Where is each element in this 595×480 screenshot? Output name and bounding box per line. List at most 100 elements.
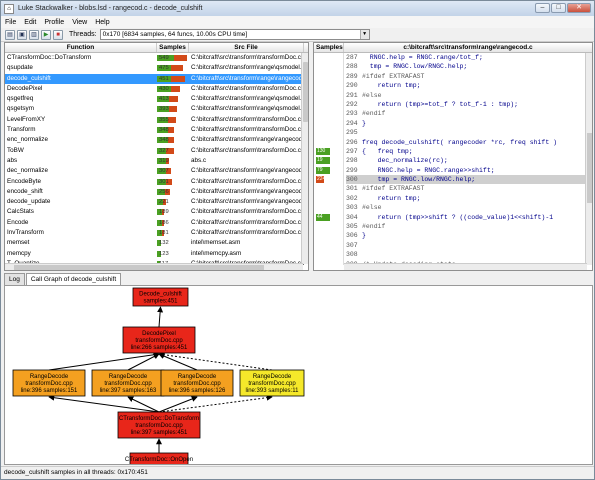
scroll-thumb[interactable] [303, 62, 308, 122]
menu-profile[interactable]: Profile [44, 19, 64, 26]
src-file: C:\bitcraft\src\transform\range\qsmodel.… [191, 64, 304, 72]
code-line[interactable]: 292 return (tmp>=tot_f ? tot_f-1 : tmp); [346, 100, 586, 109]
code-line[interactable]: 289 #ifdef EXTRAFAST [346, 72, 586, 81]
table-row[interactable]: decode_update 221 C:\bitcraft\src\transfor… [5, 197, 308, 207]
play-icon[interactable]: ▶ [41, 29, 51, 40]
function-name: dec_normalize [7, 167, 48, 175]
table-row[interactable]: DecodePixel 430 C:\bitcraft\src\transform\… [5, 84, 308, 94]
src-file: C:\bitcraft\src\transform\range\rangecod… [191, 198, 304, 206]
table-row[interactable]: qsgetfreq 413 C:\bitcraft\src\transform\ra… [5, 94, 308, 104]
tab-call-graph[interactable]: Call Graph of decode_culshift [25, 273, 122, 285]
code-line[interactable]: 288 tmp = RNGC.low/RNGC.help; [346, 62, 586, 71]
save-as-icon[interactable]: ▥ [29, 29, 39, 40]
column-src-file[interactable]: Src File [189, 43, 304, 52]
maximize-button[interactable]: □ [551, 3, 566, 13]
table-row[interactable]: CalcStats 189 C:\bitcraft\src\transform\tr… [5, 207, 308, 217]
functions-horizontal-scrollbar[interactable] [5, 263, 303, 270]
code-line[interactable]: 301 #ifdef EXTRAFAST [346, 184, 586, 193]
graph-node[interactable]: CTransformDoc::OnOpen [125, 452, 193, 465]
line-number: 304 [346, 213, 358, 221]
table-row[interactable]: memset 132 intel\memset.asm [5, 238, 308, 248]
graph-node[interactable]: RangeDecodetransformDoc.cppline:397 samp… [91, 369, 165, 397]
code-line[interactable]: 307 [346, 241, 586, 250]
graph-node[interactable]: RangeDecodetransformDoc.cppline:393 samp… [239, 369, 305, 397]
code-line[interactable]: 299 RNGC.help = RNGC.range>>shift; [346, 166, 586, 175]
code-text: #endif [362, 223, 386, 231]
functions-vertical-scrollbar[interactable] [301, 53, 308, 264]
table-row[interactable]: dec_normalize 307 C:\bitcraft\src\transfor… [5, 166, 308, 176]
scroll-thumb[interactable] [14, 265, 264, 270]
menu-file[interactable]: File [5, 19, 16, 26]
sample-number: 132 [159, 240, 169, 247]
graph-node[interactable]: CTransformDoc::DoTransformtransformDoc.c… [117, 411, 201, 439]
sample-count: 307 [157, 166, 189, 176]
table-row[interactable]: Transform 348 C:\bitcraft\src\transform\tr… [5, 125, 308, 135]
function-name: Encode [7, 218, 29, 226]
tab-log[interactable]: Log [4, 273, 25, 285]
menu-edit[interactable]: Edit [24, 19, 36, 26]
graph-node[interactable]: RangeDecodetransformDoc.cppline:396 samp… [12, 369, 86, 397]
code-view[interactable]: 287 RNGC.help = RNGC.range/tot_f; 288 tmp… [346, 53, 586, 268]
code-line[interactable]: 293 #endif [346, 109, 586, 118]
table-row[interactable]: InvTransform 181 C:\bitcraft\src\transform… [5, 228, 308, 238]
menu-help[interactable]: Help [95, 19, 109, 26]
table-row[interactable]: enc_normalize 348 C:\bitcraft\src\transfor… [5, 135, 308, 145]
code-line[interactable]: 302 return tmp; [346, 194, 586, 203]
menu-bar: File Edit Profile View Help [1, 16, 594, 28]
sample-count: 451 [157, 74, 189, 84]
src-file: C:\bitcraft\src\transform\transformDoc.c… [191, 146, 304, 154]
code-line[interactable]: 294} [346, 119, 586, 128]
graph-node[interactable]: Decode_culshift samples:451 [132, 287, 189, 307]
graph-node[interactable]: DecodePixeltransformDoc.cppline:266 samp… [122, 326, 196, 354]
code-line[interactable]: 295 [346, 128, 586, 137]
code-line[interactable]: 306} [346, 231, 586, 240]
menu-view[interactable]: View [72, 19, 87, 26]
table-row[interactable]: ToBW 327 C:\bitcraft\src\transform\transfo… [5, 146, 308, 156]
scroll-thumb[interactable] [587, 133, 592, 203]
stop-icon[interactable]: ■ [53, 29, 63, 40]
save-icon[interactable]: ▣ [17, 29, 27, 40]
graph-node-label: transformDoc.cpp [173, 381, 221, 387]
sample-number: 221 [159, 199, 169, 206]
code-line[interactable]: 296 freq decode_culshift( rangecoder *rc,… [346, 138, 586, 147]
column-samples[interactable]: Samples [157, 43, 189, 52]
table-row[interactable]: memcpy 123 intel\memcpy.asm [5, 249, 308, 259]
code-line[interactable]: 291 #else [346, 91, 586, 100]
code-line[interactable]: 287 RNGC.help = RNGC.range/tot_f; [346, 53, 586, 62]
column-function[interactable]: Function [5, 43, 157, 52]
table-row[interactable]: qsupdate 475 C:\bitcraft\src\transform\ran… [5, 63, 308, 73]
call-graph-view[interactable]: Decode_culshift samples:451 DecodePixel tra… [4, 285, 593, 465]
table-row[interactable]: LevelFromXY 355 C:\bitcraft\src\transform\… [5, 115, 308, 125]
source-vertical-scrollbar[interactable] [585, 53, 592, 265]
code-line[interactable]: 305 #endif [346, 222, 586, 231]
table-row[interactable]: CTransformDoc::DoTransform 549 C:\bitcraft… [5, 53, 308, 63]
graph-node-label: samples:451 [143, 299, 178, 305]
threads-dropdown[interactable]: 0x170 [6834 samples, 64 funcs, 10.00s CP… [99, 29, 370, 40]
table-row[interactable]: Encode 186 C:\bitcraft\src\transform\trans… [5, 218, 308, 228]
sample-number: 348 [159, 137, 169, 144]
line-number: 294 [346, 119, 358, 127]
close-button[interactable]: ✕ [567, 3, 591, 13]
minimize-button[interactable]: – [535, 3, 550, 13]
code-text: #endif [362, 110, 386, 118]
table-row[interactable]: qsgetsym 393 C:\bitcraft\src\transform\ran… [5, 104, 308, 114]
code-line[interactable]: 300 tmp = RNGC.low/RNGC.help; [346, 175, 586, 185]
sample-count: 393 [157, 104, 189, 114]
code-line[interactable]: 308 [346, 250, 586, 259]
source-horizontal-scrollbar[interactable] [344, 263, 587, 270]
code-line[interactable]: 304 return (tmp>>shift ? ((code_value)1<… [346, 213, 586, 222]
line-number: 301 [346, 185, 358, 193]
table-row[interactable]: abs 319 abs.c [5, 156, 308, 166]
call-edge [158, 394, 273, 413]
open-icon[interactable]: ▤ [5, 29, 15, 40]
graph-node[interactable]: RangeDecodetransformDoc.cppline:396 samp… [160, 369, 234, 397]
src-file: C:\bitcraft\src\transform\range\rangecod… [191, 136, 304, 144]
table-row[interactable]: EncodeByte 301 C:\bitcraft\src\transform\t… [5, 177, 308, 187]
table-row[interactable]: decode_culshift 451 C:\bitcraft\src\transf… [5, 73, 308, 84]
code-line[interactable]: 298 dec_normalize(rc); [346, 156, 586, 165]
chevron-down-icon[interactable]: ▼ [359, 30, 369, 39]
code-line[interactable]: 303 #else [346, 203, 586, 212]
code-line[interactable]: 290 return tmp; [346, 81, 586, 90]
table-row[interactable]: encode_shift 256 C:\bitcraft\src\transform… [5, 187, 308, 197]
code-line[interactable]: 297 { freq tmp; [346, 147, 586, 156]
